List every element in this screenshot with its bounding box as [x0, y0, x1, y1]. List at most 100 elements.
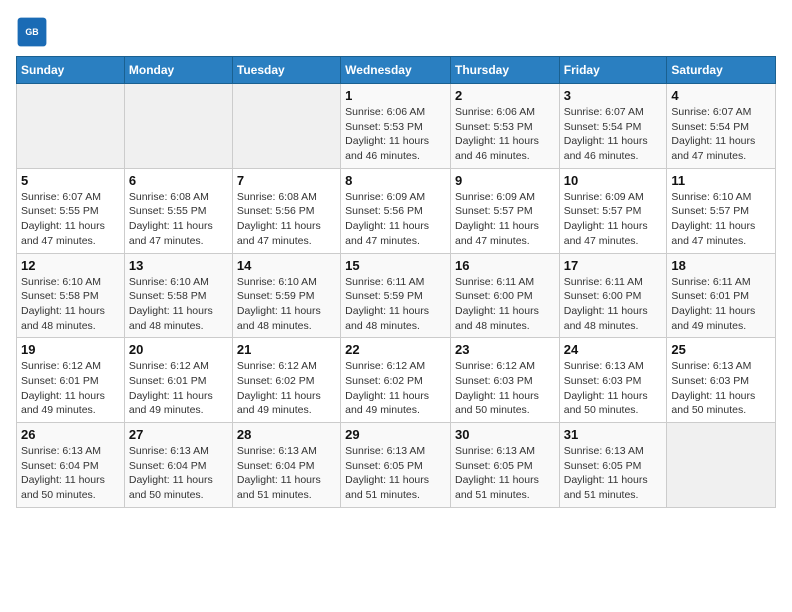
calendar-cell: 30Sunrise: 6:13 AM Sunset: 6:05 PM Dayli… — [450, 423, 559, 508]
day-number: 18 — [671, 258, 771, 273]
day-info: Sunrise: 6:12 AM Sunset: 6:02 PM Dayligh… — [237, 359, 336, 418]
calendar-cell: 4 Sunrise: 6:07 AM Sunset: 5:54 PM Daylig… — [667, 84, 776, 169]
logo-icon: GB — [16, 16, 48, 48]
calendar-cell: 31 Sunrise: 6:13 AM Sunset: 6:05 PM Dayli… — [559, 423, 667, 508]
day-number: 4 — [671, 88, 771, 103]
calendar-cell: 7 Sunrise: 6:08 AM Sunset: 5:56 PM Daylig… — [232, 168, 340, 253]
calendar-cell: 22 Sunrise: 6:12 AM Sunset: 6:02 PM Dayli… — [341, 338, 451, 423]
day-info: Sunrise: 6:13 AM Sunset: 6:03 PM Dayligh… — [671, 359, 771, 418]
calendar-cell: 1 Sunrise: 6:06 AM Sunset: 5:53 PM Daylig… — [341, 84, 451, 169]
day-info: Sunrise: 6:07 AM Sunset: 5:54 PM Dayligh… — [671, 105, 771, 164]
svg-text:GB: GB — [25, 27, 38, 37]
calendar-cell: 5 Sunrise: 6:07 AM Sunset: 5:55 PM Daylig… — [17, 168, 125, 253]
day-info: Sunrise: 6:13 AM Sunset: 6:04 PM Dayligh… — [129, 444, 228, 503]
calendar-cell — [124, 84, 232, 169]
day-number: 7 — [237, 173, 336, 188]
day-number: 9 — [455, 173, 555, 188]
calendar-cell: 28 Sunrise: 6:13 AM Sunset: 6:04 PM Dayli… — [232, 423, 340, 508]
logo: GB — [16, 16, 52, 48]
weekday-header-tuesday: Tuesday — [232, 57, 340, 84]
calendar-cell — [232, 84, 340, 169]
calendar-cell: 13 Sunrise: 6:10 AM Sunset: 5:58 PM Dayli… — [124, 253, 232, 338]
day-number: 17 — [564, 258, 663, 273]
day-info: Sunrise: 6:11 AM Sunset: 5:59 PM Dayligh… — [345, 275, 446, 334]
day-info: Sunrise: 6:11 AM Sunset: 6:00 PM Dayligh… — [455, 275, 555, 334]
weekday-header-sunday: Sunday — [17, 57, 125, 84]
day-number: 1 — [345, 88, 446, 103]
day-number: 23 — [455, 342, 555, 357]
day-info: Sunrise: 6:11 AM Sunset: 6:01 PM Dayligh… — [671, 275, 771, 334]
calendar-cell: 10Sunrise: 6:09 AM Sunset: 5:57 PM Dayli… — [559, 168, 667, 253]
day-info: Sunrise: 6:12 AM Sunset: 6:03 PM Dayligh… — [455, 359, 555, 418]
day-info: Sunrise: 6:06 AM Sunset: 5:53 PM Dayligh… — [345, 105, 446, 164]
day-number: 22 — [345, 342, 446, 357]
calendar-cell: 3 Sunrise: 6:07 AM Sunset: 5:54 PM Daylig… — [559, 84, 667, 169]
calendar-cell: 29 Sunrise: 6:13 AM Sunset: 6:05 PM Dayli… — [341, 423, 451, 508]
day-info: Sunrise: 6:09 AM Sunset: 5:56 PM Dayligh… — [345, 190, 446, 249]
day-info: Sunrise: 6:09 AM Sunset: 5:57 PM Dayligh… — [455, 190, 555, 249]
calendar-cell: 11 Sunrise: 6:10 AM Sunset: 5:57 PM Dayli… — [667, 168, 776, 253]
day-info: Sunrise: 6:13 AM Sunset: 6:05 PM Dayligh… — [345, 444, 446, 503]
day-info: Sunrise: 6:13 AM Sunset: 6:04 PM Dayligh… — [237, 444, 336, 503]
calendar-cell: 25 Sunrise: 6:13 AM Sunset: 6:03 PM Dayli… — [667, 338, 776, 423]
day-number: 31 — [564, 427, 663, 442]
weekday-header-friday: Friday — [559, 57, 667, 84]
day-info: Sunrise: 6:13 AM Sunset: 6:05 PM Dayligh… — [564, 444, 663, 503]
day-number: 16 — [455, 258, 555, 273]
day-info: Sunrise: 6:07 AM Sunset: 5:55 PM Dayligh… — [21, 190, 120, 249]
day-number: 14 — [237, 258, 336, 273]
day-info: Sunrise: 6:13 AM Sunset: 6:03 PM Dayligh… — [564, 359, 663, 418]
day-info: Sunrise: 6:07 AM Sunset: 5:54 PM Dayligh… — [564, 105, 663, 164]
day-info: Sunrise: 6:13 AM Sunset: 6:05 PM Dayligh… — [455, 444, 555, 503]
calendar-cell: 20Sunrise: 6:12 AM Sunset: 6:01 PM Dayli… — [124, 338, 232, 423]
day-number: 21 — [237, 342, 336, 357]
calendar-cell — [667, 423, 776, 508]
calendar-cell: 26 Sunrise: 6:13 AM Sunset: 6:04 PM Dayli… — [17, 423, 125, 508]
day-info: Sunrise: 6:12 AM Sunset: 6:02 PM Dayligh… — [345, 359, 446, 418]
day-info: Sunrise: 6:10 AM Sunset: 5:58 PM Dayligh… — [21, 275, 120, 334]
day-info: Sunrise: 6:08 AM Sunset: 5:56 PM Dayligh… — [237, 190, 336, 249]
day-number: 13 — [129, 258, 228, 273]
day-info: Sunrise: 6:13 AM Sunset: 6:04 PM Dayligh… — [21, 444, 120, 503]
calendar-cell — [17, 84, 125, 169]
calendar-cell: 23 Sunrise: 6:12 AM Sunset: 6:03 PM Dayli… — [450, 338, 559, 423]
day-number: 5 — [21, 173, 120, 188]
day-number: 11 — [671, 173, 771, 188]
calendar-cell: 14 Sunrise: 6:10 AM Sunset: 5:59 PM Dayli… — [232, 253, 340, 338]
day-number: 12 — [21, 258, 120, 273]
calendar-cell: 19 Sunrise: 6:12 AM Sunset: 6:01 PM Dayli… — [17, 338, 125, 423]
day-number: 27 — [129, 427, 228, 442]
day-number: 28 — [237, 427, 336, 442]
day-number: 25 — [671, 342, 771, 357]
day-number: 15 — [345, 258, 446, 273]
calendar-cell: 6Sunrise: 6:08 AM Sunset: 5:55 PM Daylig… — [124, 168, 232, 253]
day-number: 24 — [564, 342, 663, 357]
calendar-cell: 16 Sunrise: 6:11 AM Sunset: 6:00 PM Dayli… — [450, 253, 559, 338]
day-info: Sunrise: 6:12 AM Sunset: 6:01 PM Dayligh… — [21, 359, 120, 418]
day-number: 2 — [455, 88, 555, 103]
calendar-cell: 27 Sunrise: 6:13 AM Sunset: 6:04 PM Dayli… — [124, 423, 232, 508]
day-number: 8 — [345, 173, 446, 188]
day-info: Sunrise: 6:10 AM Sunset: 5:57 PM Dayligh… — [671, 190, 771, 249]
weekday-header-monday: Monday — [124, 57, 232, 84]
calendar-cell: 24 Sunrise: 6:13 AM Sunset: 6:03 PM Dayli… — [559, 338, 667, 423]
day-number: 20 — [129, 342, 228, 357]
calendar-cell: 17Sunrise: 6:11 AM Sunset: 6:00 PM Dayli… — [559, 253, 667, 338]
weekday-header-thursday: Thursday — [450, 57, 559, 84]
calendar-cell: 12 Sunrise: 6:10 AM Sunset: 5:58 PM Dayli… — [17, 253, 125, 338]
weekday-header-wednesday: Wednesday — [341, 57, 451, 84]
weekday-header-saturday: Saturday — [667, 57, 776, 84]
day-info: Sunrise: 6:10 AM Sunset: 5:58 PM Dayligh… — [129, 275, 228, 334]
calendar-cell: 18 Sunrise: 6:11 AM Sunset: 6:01 PM Dayli… — [667, 253, 776, 338]
day-number: 26 — [21, 427, 120, 442]
day-info: Sunrise: 6:08 AM Sunset: 5:55 PM Dayligh… — [129, 190, 228, 249]
calendar-cell: 21 Sunrise: 6:12 AM Sunset: 6:02 PM Dayli… — [232, 338, 340, 423]
day-number: 19 — [21, 342, 120, 357]
day-number: 10 — [564, 173, 663, 188]
day-number: 29 — [345, 427, 446, 442]
calendar-cell: 8 Sunrise: 6:09 AM Sunset: 5:56 PM Daylig… — [341, 168, 451, 253]
calendar-cell: 9 Sunrise: 6:09 AM Sunset: 5:57 PM Daylig… — [450, 168, 559, 253]
day-info: Sunrise: 6:10 AM Sunset: 5:59 PM Dayligh… — [237, 275, 336, 334]
day-number: 3 — [564, 88, 663, 103]
day-info: Sunrise: 6:06 AM Sunset: 5:53 PM Dayligh… — [455, 105, 555, 164]
